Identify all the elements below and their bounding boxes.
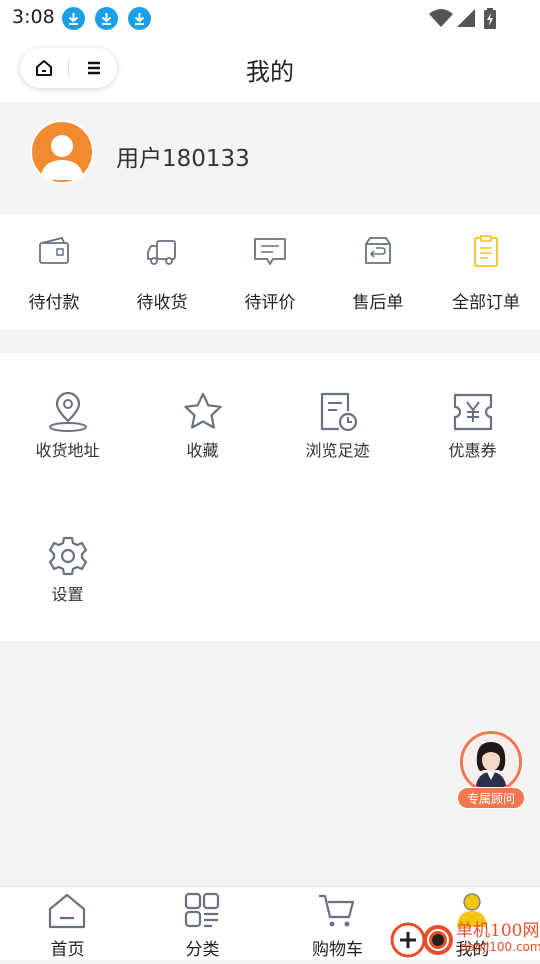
advisor-float-button[interactable]: 专属顾问 xyxy=(457,731,525,809)
category-icon xyxy=(184,892,220,928)
tab-label: 分类 xyxy=(185,940,220,960)
battery-icon xyxy=(484,8,496,29)
location-icon xyxy=(49,391,87,432)
star-icon xyxy=(184,392,222,429)
order-label: 待付款 xyxy=(28,293,80,313)
advisor-avatar xyxy=(460,731,522,793)
tool-label: 收货地址 xyxy=(35,441,100,460)
download-icon xyxy=(62,7,85,30)
tool-label: 优惠券 xyxy=(448,441,497,460)
page-title: 我的 xyxy=(246,58,294,86)
avatar[interactable] xyxy=(30,120,94,184)
return-icon xyxy=(365,237,391,264)
order-label: 全部订单 xyxy=(452,293,520,313)
user-avatar-icon xyxy=(40,135,84,180)
home-icon xyxy=(48,893,86,929)
status-bar: 3:08 xyxy=(0,0,540,36)
order-label: 待收货 xyxy=(136,293,188,313)
tool-coupons[interactable]: 优惠券 xyxy=(405,353,540,460)
cart-icon xyxy=(319,894,355,927)
tab-cart[interactable]: 购物车 xyxy=(270,887,405,961)
advisor-portrait-icon xyxy=(463,734,519,790)
username: 用户180133 xyxy=(116,146,250,172)
order-label: 售后单 xyxy=(352,293,404,313)
tool-label: 设置 xyxy=(51,585,84,604)
header: 我的 xyxy=(0,36,540,102)
tool-label: 收藏 xyxy=(186,441,219,460)
tab-category[interactable]: 分类 xyxy=(135,887,270,961)
advisor-label: 专属顾问 xyxy=(457,787,525,809)
comment-icon xyxy=(254,238,286,265)
tab-home[interactable]: 首页 xyxy=(0,887,135,961)
tool-address[interactable]: 收货地址 xyxy=(0,353,135,460)
status-time: 3:08 xyxy=(12,6,55,28)
tool-favorites[interactable]: 收藏 xyxy=(135,353,270,460)
wallet-icon xyxy=(39,236,69,264)
tools-grid: 收货地址 收藏 浏览足迹 优惠券 设置 xyxy=(0,353,540,641)
download-icon xyxy=(128,7,151,30)
order-all[interactable]: 全部订单 xyxy=(432,214,540,330)
watermark-logo-icon xyxy=(390,922,453,958)
coupon-icon xyxy=(453,393,493,431)
order-pending-receipt[interactable]: 待收货 xyxy=(108,214,216,330)
watermark-url: danji100.com xyxy=(460,940,540,954)
order-list-icon xyxy=(474,235,498,267)
tab-label: 购物车 xyxy=(312,940,363,960)
profile-card[interactable]: 用户180133 xyxy=(0,102,540,214)
truck-icon xyxy=(147,240,176,265)
tab-label: 首页 xyxy=(50,940,85,960)
gear-icon xyxy=(48,536,88,576)
order-pending-review[interactable]: 待评价 xyxy=(216,214,324,330)
tool-settings[interactable]: 设置 xyxy=(0,497,135,604)
signal-icon xyxy=(457,9,475,27)
order-label: 待评价 xyxy=(244,293,296,313)
watermark-text: 单机100网 xyxy=(456,921,540,941)
order-pending-payment[interactable]: 待付款 xyxy=(0,214,108,330)
history-icon xyxy=(320,392,358,432)
tool-history[interactable]: 浏览足迹 xyxy=(270,353,405,460)
order-after-sales[interactable]: 售后单 xyxy=(324,214,432,330)
download-icon xyxy=(95,7,118,30)
wifi-icon xyxy=(429,9,453,27)
tool-label: 浏览足迹 xyxy=(305,441,370,460)
order-shortcuts: 待付款 待收货 待评价 售后单 全部订单 xyxy=(0,214,540,330)
site-watermark: 单机100网 danji100.com xyxy=(390,912,540,960)
